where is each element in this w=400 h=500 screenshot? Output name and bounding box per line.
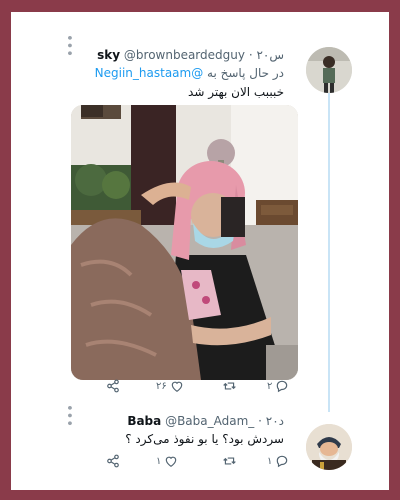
retweet-icon — [223, 382, 236, 390]
reply-count: ۱ — [267, 455, 273, 467]
reply-button[interactable]: ۲ — [267, 379, 289, 393]
more-icon[interactable]: ••• — [61, 404, 76, 427]
tweet-header: sky @brownbeardedguy · ۲۰س — [97, 48, 284, 62]
retweet-button[interactable] — [219, 454, 237, 468]
tweet-actions: ۱ ۱ — [106, 454, 298, 468]
like-button[interactable]: ۲۶ — [156, 379, 184, 393]
tweet-photo[interactable] — [71, 105, 298, 380]
like-count: ۲۶ — [156, 380, 167, 392]
share-icon — [107, 379, 119, 393]
avatar[interactable] — [306, 47, 352, 93]
retweet-icon — [223, 457, 236, 465]
reply-prefix: در حال پاسخ به — [207, 66, 284, 80]
more-icon[interactable]: ••• — [61, 34, 76, 57]
timestamp[interactable]: · ۲۰د — [258, 414, 284, 428]
heart-icon — [171, 381, 183, 392]
thread-connector-line — [328, 82, 330, 412]
retweet-button[interactable] — [219, 379, 237, 393]
display-name[interactable]: sky — [97, 48, 120, 62]
tweet-thread-card: ••• sky @brownbeardedguy · ۲۰س در حال پا… — [11, 12, 389, 490]
tweet-text: سردش بود؟ یا بو نفوذ می‌کرد ؟ — [125, 432, 284, 446]
tweet-header: Baba @Baba_Adam_ · ۲۰د — [127, 414, 284, 428]
mention-link[interactable]: @Negiin_hastaam — [95, 66, 204, 80]
share-button[interactable] — [106, 454, 120, 468]
like-button[interactable]: ۱ — [156, 454, 178, 468]
avatar[interactable] — [306, 424, 352, 470]
share-icon — [107, 454, 119, 468]
tweet-text: خبببب الان بهتر شد — [188, 85, 284, 99]
replying-to-line: در حال پاسخ به @Negiin_hastaam — [95, 66, 284, 80]
reply-button[interactable]: ۱ — [267, 454, 289, 468]
user-handle[interactable]: @Baba_Adam_ — [165, 414, 254, 428]
like-count: ۱ — [156, 455, 162, 467]
heart-icon — [166, 456, 177, 467]
display-name[interactable]: Baba — [127, 414, 161, 428]
share-button[interactable] — [106, 379, 120, 393]
tweet-actions: ۲ ۲۶ — [106, 379, 298, 393]
reply-icon — [277, 380, 288, 393]
reply-icon — [277, 455, 288, 468]
user-handle[interactable]: @brownbeardedguy — [124, 48, 245, 62]
timestamp[interactable]: · ۲۰س — [249, 48, 284, 62]
reply-count: ۲ — [267, 380, 273, 392]
